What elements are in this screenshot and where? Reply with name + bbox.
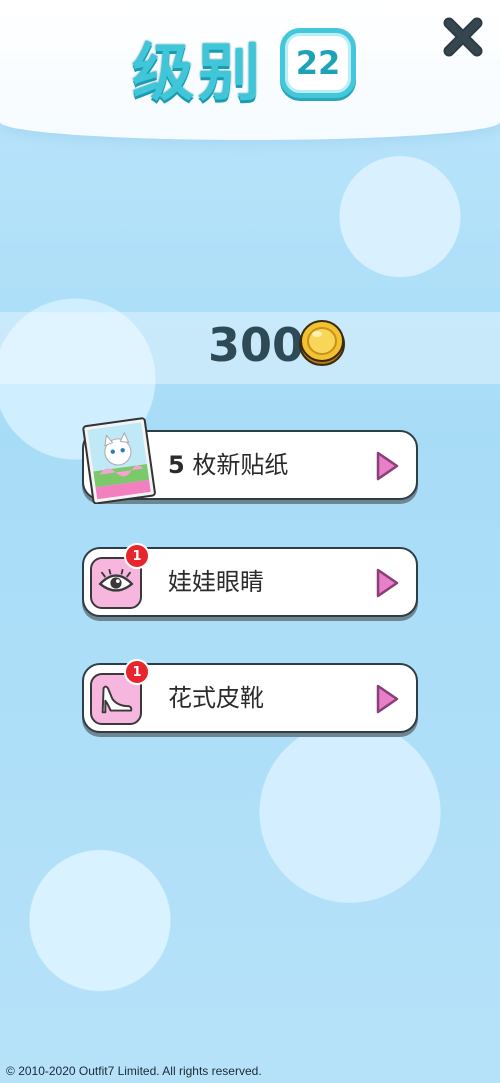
high-heel-shoe-icon [101,685,133,714]
header-bar: 级别 22 [0,0,500,140]
fancy-boots-label: 花式皮靴 [168,684,264,712]
chevron-right-icon [376,451,399,481]
copyright-footer: © 2010-2020 Outfit7 Limited. All rights … [6,1064,262,1078]
chevron-right-icon [376,684,399,714]
coin-amount: 300 [208,318,305,372]
reward-item-doll-eyes[interactable]: 1 娃娃眼睛 [82,543,418,617]
new-badge: 1 [124,543,150,569]
copyright-text: 2010-2020 Outfit7 Limited. All rights re… [18,1064,262,1078]
level-title: 级别 [132,36,265,109]
chevron-right-icon [376,568,399,598]
reward-item-stickers[interactable]: 5 枚新贴纸 [82,417,418,504]
reward-item-fancy-boots[interactable]: 1 花式皮靴 [82,659,418,733]
close-x-icon [443,17,483,57]
sticker-count: 5 [168,451,185,479]
stickers-label: 5 枚新贴纸 [168,432,288,498]
level-number: 22 [295,44,341,82]
eye-icon [98,569,134,592]
sticker-text: 枚新贴纸 [192,451,289,479]
level-badge: 22 [280,28,356,98]
gold-coin-icon [299,320,345,366]
close-button[interactable] [440,14,486,60]
sticker-pack-icon [82,417,156,504]
new-badge: 1 [124,659,150,685]
copyright-icon: © [6,1064,15,1078]
doll-eyes-label: 娃娃眼睛 [168,568,264,596]
